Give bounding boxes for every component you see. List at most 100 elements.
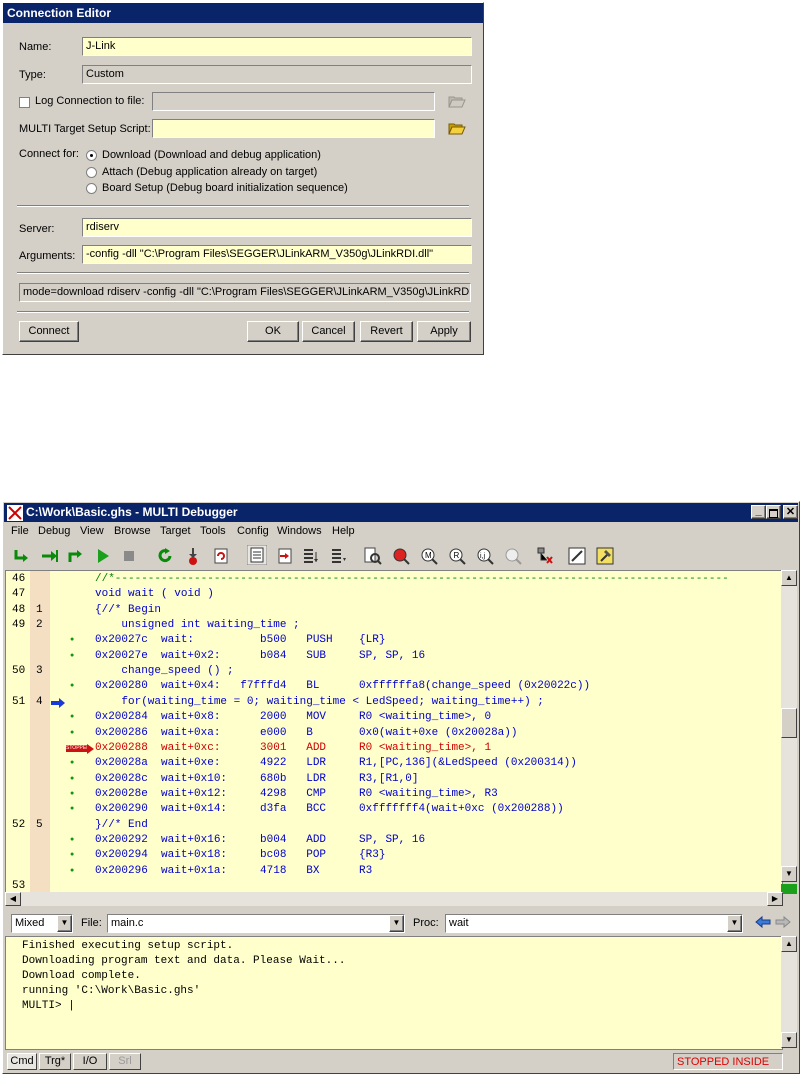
ok-button[interactable]: OK (247, 321, 299, 342)
back-arrow-icon[interactable] (755, 915, 771, 929)
code-line[interactable]: ● 0x200294 wait+0x18: bc08 POP {R3} (6, 848, 782, 863)
editor-icon[interactable] (567, 546, 587, 566)
code-line[interactable]: ● 0x20027e wait+0x2: b084 SUB SP, SP, 16 (6, 649, 782, 664)
menu-config[interactable]: Config (237, 525, 269, 537)
code-line[interactable]: 47 void wait ( void ) (6, 587, 782, 602)
breakpoint-dot-icon[interactable]: ● (70, 756, 74, 771)
register-view-icon[interactable]: R (447, 546, 467, 566)
radio-download[interactable] (86, 149, 97, 161)
breakpoint-dot-icon[interactable]: ● (70, 787, 74, 802)
breakpoint-dot-icon[interactable]: ● (70, 833, 74, 848)
breakpoint-dot-icon[interactable]: ● (70, 633, 74, 648)
view-mode-select[interactable]: Mixed ▼ (11, 914, 73, 933)
server-field[interactable]: rdiserv (82, 218, 472, 237)
code-line[interactable]: ● 0x20028a wait+0xe: 4922 LDR R1,[PC,136]… (6, 756, 782, 771)
scroll-thumb[interactable] (781, 708, 797, 738)
breakpoint-dot-icon[interactable]: ● (70, 649, 74, 664)
scroll-left-button[interactable]: ◀ (5, 892, 21, 906)
proc-select[interactable]: wait ▼ (445, 914, 743, 933)
build-icon[interactable] (595, 546, 615, 566)
menu-browse[interactable]: Browse (114, 525, 151, 537)
command-vscrollbar[interactable]: ▲ ▼ (781, 936, 797, 1048)
radio-attach[interactable] (86, 166, 97, 178)
cancel-button[interactable]: Cancel (302, 321, 355, 342)
code-line[interactable]: 46 //*-----------------------------------… (6, 572, 782, 587)
code-line[interactable]: ● 0x200280 wait+0x4: f7fffd4 BL 0xffffffa… (6, 679, 782, 694)
goto-pc-icon[interactable] (275, 546, 295, 566)
code-line[interactable]: 52 5}//* End (6, 818, 782, 833)
breakpoints-list-icon[interactable] (329, 546, 349, 566)
connect-button[interactable]: Connect (19, 321, 79, 342)
name-field[interactable]: J-Link (82, 37, 472, 56)
apply-button[interactable]: Apply (417, 321, 471, 342)
chevron-down-icon[interactable]: ▼ (389, 915, 404, 932)
log-checkbox[interactable] (19, 96, 30, 108)
code-line[interactable]: ● 0x200292 wait+0x16: b004 ADD SP, SP, 16 (6, 833, 782, 848)
menu-windows[interactable]: Windows (277, 525, 322, 537)
code-line[interactable]: ● 0x20028e wait+0x12: 4298 CMP R0 <waitin… (6, 787, 782, 802)
tab-io[interactable]: I/O (73, 1053, 107, 1070)
breakpoint-dot-icon[interactable]: ● (70, 679, 74, 694)
list-view-icon[interactable] (301, 546, 321, 566)
halt-icon[interactable] (119, 546, 139, 566)
scroll-up-button[interactable]: ▲ (781, 936, 797, 952)
minimize-button[interactable]: _ (751, 505, 766, 519)
breakpoint-dot-icon[interactable]: ● (70, 848, 74, 863)
scroll-up-button[interactable]: ▲ (781, 570, 797, 586)
breakpoint-dot-icon[interactable]: ● (70, 710, 74, 725)
find-icon[interactable] (363, 546, 383, 566)
reload-icon[interactable] (211, 546, 231, 566)
breakpoint-dot-icon[interactable]: ● (70, 726, 74, 741)
code-line[interactable]: ● 0x200284 wait+0x8: 2000 MOV R0 <waiting… (6, 710, 782, 725)
chevron-down-icon[interactable]: ▼ (727, 915, 742, 932)
run-icon[interactable] (93, 546, 113, 566)
pane-split-icon[interactable] (781, 884, 797, 894)
revert-button[interactable]: Revert (360, 321, 413, 342)
folder-open-icon[interactable] (448, 121, 466, 135)
chevron-down-icon[interactable]: ▼ (57, 915, 72, 932)
file-select[interactable]: main.c ▼ (107, 914, 405, 933)
code-line[interactable]: 49 2 unsigned int waiting_time ; (6, 618, 782, 633)
menu-debug[interactable]: Debug (38, 525, 70, 537)
command-prompt[interactable]: MULTI> | (22, 1000, 75, 1012)
scroll-down-button[interactable]: ▼ (781, 866, 797, 882)
restart-icon[interactable] (155, 546, 175, 566)
code-line[interactable]: STOPPED 0x200288 wait+0xc: 3001 ADD R0 <w… (6, 741, 782, 756)
close-button[interactable]: ✕ (783, 505, 798, 519)
source-view-icon[interactable] (247, 545, 267, 565)
download-icon[interactable] (183, 546, 203, 566)
stop-search-icon[interactable] (391, 546, 411, 566)
scroll-right-button[interactable]: ▶ (767, 892, 783, 906)
tab-trg[interactable]: Trg* (39, 1053, 71, 1070)
setup-script-field[interactable] (152, 119, 435, 138)
step-into-icon[interactable] (11, 546, 31, 566)
arguments-field[interactable]: -config -dll "C:\Program Files\SEGGER\JL… (82, 245, 472, 264)
code-line[interactable]: ● 0x200290 wait+0x14: d3fa BCC 0xfffffff4… (6, 802, 782, 817)
locals-view-icon[interactable]: i,j (475, 546, 495, 566)
tab-cmd[interactable]: Cmd (7, 1053, 37, 1070)
command-pane[interactable]: Finished executing setup script. Downloa… (5, 936, 783, 1050)
tab-srl[interactable]: Srl (109, 1053, 141, 1070)
breakpoint-dot-icon[interactable]: ● (70, 802, 74, 817)
menu-help[interactable]: Help (332, 525, 355, 537)
code-line[interactable]: ● 0x20027c wait: b500 PUSH {LR} (6, 633, 782, 648)
code-line[interactable]: ● 0x200286 wait+0xa: e000 B 0x0(wait+0xe … (6, 726, 782, 741)
step-out-icon[interactable] (65, 546, 85, 566)
scroll-down-button[interactable]: ▼ (781, 1032, 797, 1048)
menu-file[interactable]: File (11, 525, 29, 537)
breakpoint-dot-icon[interactable]: ● (70, 864, 74, 879)
code-line[interactable]: 48 1 {//* Begin (6, 603, 782, 618)
radio-board-setup[interactable] (86, 182, 97, 194)
menu-target[interactable]: Target (160, 525, 191, 537)
forward-arrow-icon[interactable] (775, 915, 791, 929)
code-line[interactable]: 51 4 for(waiting_time = 0; waiting_time <… (6, 695, 782, 710)
memory-view-icon[interactable]: M (419, 546, 439, 566)
code-line[interactable]: ● 0x20028c wait+0x10: 680b LDR R3,[R1,0] (6, 772, 782, 787)
maximize-button[interactable] (766, 505, 781, 519)
connection-icon[interactable] (535, 546, 555, 566)
step-over-icon[interactable] (39, 546, 59, 566)
code-line[interactable]: ● 0x200296 wait+0x1a: 4718 BX R3 (6, 864, 782, 879)
source-hscrollbar[interactable]: ◀ ▶ (5, 892, 783, 906)
source-vscrollbar[interactable]: ▲ ▼ (781, 570, 797, 882)
menu-tools[interactable]: Tools (200, 525, 226, 537)
